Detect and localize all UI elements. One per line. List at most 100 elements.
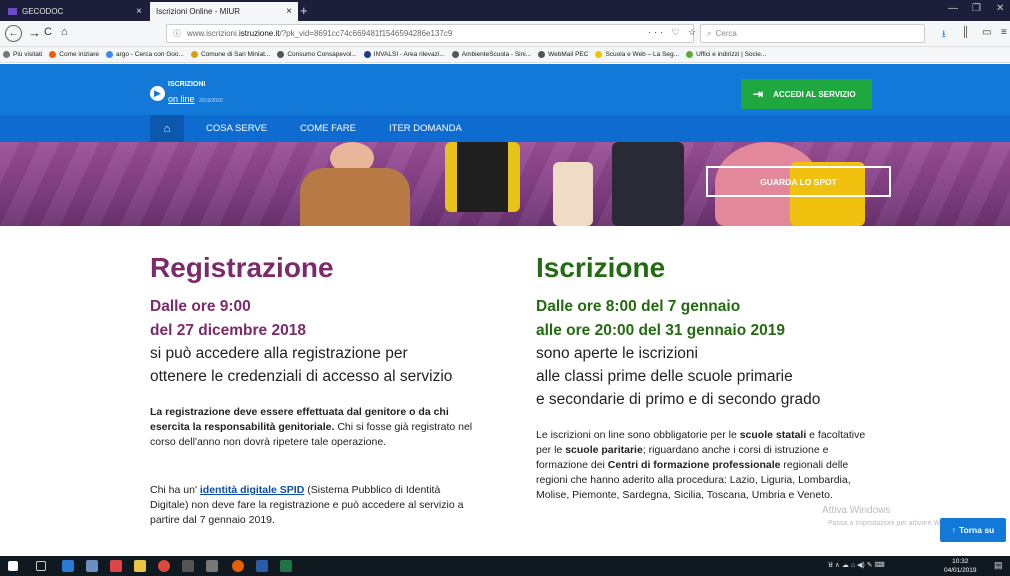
logo-line1: ISCRIZIONI (168, 81, 206, 88)
bookmark-item[interactable]: Comune di San Miniat... (190, 51, 270, 58)
nav-home[interactable]: ⌂ (150, 115, 184, 142)
home-icon[interactable]: ⌂ (61, 26, 68, 38)
tab-label: GECODOC (22, 7, 64, 16)
bookmarks-bar: Più visitati Come iniziare argo - Cerca co… (0, 47, 1010, 63)
play-icon: ▶ (150, 86, 165, 101)
iscrizione-title: Iscrizione (536, 252, 666, 283)
iscrizione-bold-text: Centri di formazione professionale (607, 459, 781, 471)
bookmark-favicon-icon (277, 51, 285, 58)
back-icon[interactable]: ← (5, 25, 22, 42)
sidebar-icon[interactable]: ▭ (982, 27, 991, 38)
notifications-icon[interactable]: ▤ (994, 560, 1003, 571)
bookmark-favicon-icon (49, 51, 57, 58)
tab-label: Iscrizioni Online - MIUR (156, 7, 241, 16)
nav-come-fare[interactable]: COME FARE (300, 115, 356, 142)
logo-line3: 2019/2020 (198, 98, 223, 104)
close-icon[interactable]: × (286, 6, 292, 17)
back-to-top-button[interactable]: ↑ Torna su (940, 518, 1006, 542)
system-clock[interactable]: 10:32 04/01/2019 (944, 557, 977, 575)
bookmark-favicon-icon (3, 51, 10, 58)
reload-icon[interactable]: C (44, 26, 52, 38)
tab-gecodoc[interactable]: GECODOC × (2, 2, 148, 21)
registrazione-paragraph1: La registrazione deve essere effettuata … (150, 405, 488, 450)
close-icon[interactable]: × (136, 6, 142, 17)
bookmark-favicon-icon (595, 51, 603, 58)
minimize-icon[interactable]: — (948, 3, 958, 14)
bookmark-label: WebMail PEC (548, 51, 589, 58)
search-input[interactable]: ⌕ Cerca (700, 24, 925, 43)
url-bar[interactable]: ⓘ www.iscrizioni. istruzione.it/?pk_vid=8… (166, 24, 694, 43)
chrome-icon[interactable] (158, 560, 170, 572)
home-icon: ⌂ (163, 122, 171, 135)
bookmark-item[interactable]: argo - Cerca con Goo... (106, 51, 184, 58)
watch-spot-button[interactable]: GUARDA LO SPOT (706, 166, 891, 197)
registrazione-desc1: si può accedere alla registrazione per (150, 345, 408, 362)
library-icon[interactable]: ║ (962, 27, 969, 38)
nav-cosa-serve[interactable]: COSA SERVE (206, 115, 267, 142)
taskbar-app-icon[interactable] (86, 560, 98, 572)
iscrizione-bold-text: scuole paritarie (565, 444, 643, 456)
tab-iscrizioni[interactable]: Iscrizioni Online - MIUR × (150, 2, 298, 21)
bookmark-label: Più visitati (13, 51, 43, 58)
taskbar-app-icon[interactable] (206, 560, 218, 572)
excel-icon[interactable] (280, 560, 292, 572)
site-logo[interactable]: ▶ ISCRIZIONI on line 2019/2020 (150, 80, 223, 107)
bookmark-item[interactable]: AmbienteScuola - Sini... (451, 51, 532, 58)
url-host: istruzione.it (239, 29, 280, 38)
info-icon: ⓘ (173, 29, 181, 38)
close-window-icon[interactable]: ✕ (996, 3, 1004, 14)
puppet-figure (553, 162, 593, 226)
firefox-icon[interactable] (232, 560, 244, 572)
bookmark-favicon-icon (538, 51, 546, 58)
spid-pre-text: Chi ha un' (150, 484, 200, 496)
browser-tab-bar: GECODOC × Iscrizioni Online - MIUR × + —… (0, 0, 1010, 21)
restore-icon[interactable]: ❐ (972, 3, 981, 14)
bookmark-item[interactable]: Scuola e Web – La Seg... (595, 51, 679, 58)
windows-activation-watermark: Attiva Windows (822, 505, 891, 516)
accedi-label: ACCEDI AL SERVIZIO (773, 89, 856, 99)
bookmark-label: Come iniziare (59, 51, 100, 58)
task-view-icon[interactable] (36, 561, 46, 571)
iscrizione-date2: alle ore 20:00 del 31 gennaio 2019 (536, 322, 785, 339)
puppet-figure (612, 142, 684, 226)
new-tab-icon[interactable]: + (300, 3, 308, 18)
url-prefix: www.iscrizioni. (187, 29, 240, 38)
iscrizione-desc2: alle classi prime delle scuole primarie (536, 368, 793, 385)
bookmark-item[interactable]: WebMail PEC (538, 51, 588, 58)
bookmark-item[interactable]: Consumo Consapevol... (277, 51, 357, 58)
bookmark-item[interactable]: Uffici e indirizzi | Socie... (686, 51, 766, 58)
registrazione-date1: Dalle ore 9:00 (150, 298, 251, 315)
bookmark-item[interactable]: Come iniziare (49, 51, 99, 58)
windows-taskbar: ꓤ ∧ ☁ ⌂ ◀) ✎ ⌨ 10:32 04/01/2019 ▤ (0, 556, 1010, 576)
windows-start-icon[interactable] (8, 561, 18, 571)
download-icon[interactable]: ⭳ (942, 27, 946, 44)
iscrizione-paragraph: Le iscrizioni on line sono obbligatorie … (536, 428, 866, 503)
spid-link[interactable]: identità digitale SPID (200, 484, 304, 496)
word-icon[interactable] (256, 560, 268, 572)
arrow-up-icon: ↑ (951, 525, 956, 535)
puppet-figure (300, 168, 410, 226)
tray-icons[interactable]: ꓤ ∧ ☁ ⌂ ◀) ✎ ⌨ (828, 561, 885, 569)
puppet-figure (445, 142, 520, 212)
bookmark-item[interactable]: INVALSI - Area rilevazi... (363, 51, 445, 58)
forward-icon[interactable]: → (28, 25, 41, 40)
page-actions-icon[interactable]: ··· ♡ ☆ (648, 27, 699, 38)
search-placeholder: Cerca (715, 29, 737, 38)
bookmark-label: AmbienteScuola - Sini... (461, 51, 532, 58)
bookmark-label: Scuola e Web – La Seg... (605, 51, 680, 58)
taskbar-app-icon[interactable] (62, 560, 74, 572)
bookmark-item[interactable]: Più visitati (3, 51, 42, 58)
nav-iter-domanda[interactable]: ITER DOMANDA (389, 115, 462, 142)
taskbar-app-icon[interactable] (134, 560, 146, 572)
bookmark-favicon-icon (686, 51, 694, 58)
bookmark-favicon-icon (363, 51, 371, 58)
site-nav: ⌂ COSA SERVE COME FARE ITER DOMANDA (0, 115, 1010, 142)
iscrizione-desc1: sono aperte le iscrizioni (536, 345, 698, 362)
clock-date: 04/01/2019 (944, 567, 977, 574)
registrazione-paragraph2: Chi ha un' identità digitale SPID (Siste… (150, 483, 480, 528)
accedi-button[interactable]: ⇥ ACCEDI AL SERVIZIO (741, 79, 872, 109)
browser-nav-bar: ← → C ⌂ ⓘ www.iscrizioni. istruzione.it/?… (0, 21, 1010, 47)
menu-icon[interactable]: ≡ (1001, 27, 1007, 38)
calculator-icon[interactable] (182, 560, 194, 572)
taskbar-app-icon[interactable] (110, 560, 122, 572)
